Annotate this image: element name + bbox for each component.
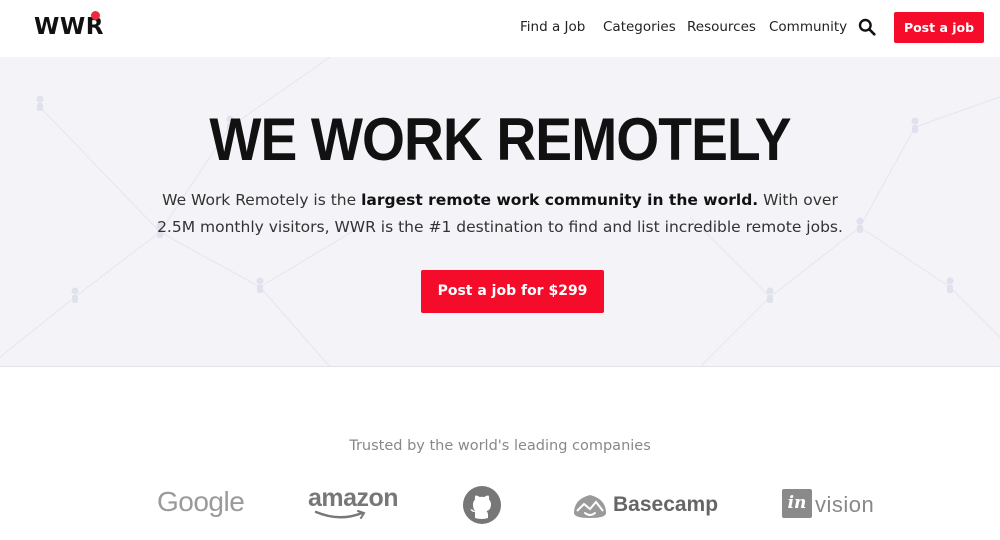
post-job-cta-button[interactable]: Post a job for $299: [421, 270, 604, 313]
hero-desc-intro: We Work Remotely is the: [162, 191, 362, 209]
search-icon[interactable]: [858, 18, 876, 36]
invision-logo: vision: [815, 492, 875, 517]
google-logo: Google: [157, 486, 245, 517]
hero-description: We Work Remotely is the largest remote w…: [150, 187, 850, 241]
trusted-heading: Trusted by the world's leading companies: [349, 438, 651, 454]
post-a-job-button[interactable]: Post a job: [894, 12, 984, 43]
invision-mark-icon: in: [782, 489, 812, 518]
hero-title: WE WORK REMOTELY: [209, 106, 791, 173]
basecamp-logo: Basecamp: [613, 493, 719, 516]
amazon-smile-icon: [314, 510, 366, 519]
nav-community[interactable]: Community: [769, 19, 847, 35]
basecamp-icon: [574, 495, 606, 518]
amazon-logo: amazon: [308, 484, 399, 512]
hero-section: WE WORK REMOTELY We Work Remotely is the…: [0, 57, 1000, 367]
nav-categories[interactable]: Categories: [603, 19, 676, 35]
nav-find-a-job[interactable]: Find a Job: [520, 19, 585, 35]
logo-dot: [91, 11, 100, 20]
nav-resources[interactable]: Resources: [687, 19, 756, 35]
github-icon: [463, 486, 501, 524]
site-header: WWR Find a Job Categories Resources Comm…: [0, 0, 1000, 57]
hero-desc-bold: largest remote work community in the wor…: [361, 191, 759, 209]
